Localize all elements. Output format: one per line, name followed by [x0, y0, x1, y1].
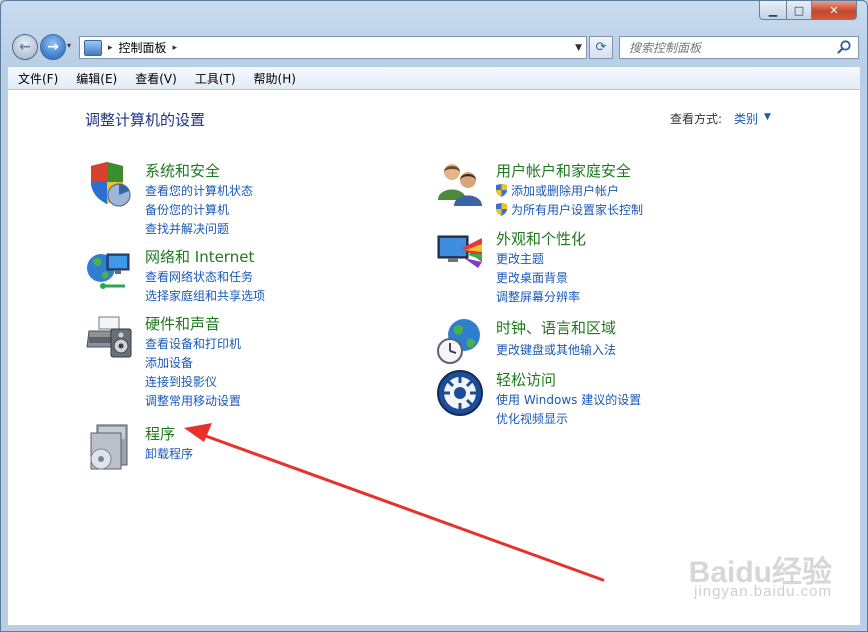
caption-buttons: ▁ □ ✕	[759, 1, 857, 20]
address-bar[interactable]: ▸ 控制面板 ▸ ▼	[79, 36, 587, 59]
search-box[interactable]	[619, 36, 859, 59]
refresh-button[interactable]: ⟳	[589, 36, 613, 59]
control-panel-icon	[84, 39, 102, 56]
breadcrumb-separator-icon[interactable]: ▸	[173, 43, 178, 53]
minimize-button[interactable]: ▁	[759, 1, 787, 20]
breadcrumb-separator-icon[interactable]: ▸	[108, 43, 113, 53]
menu-tools[interactable]: 工具(T)	[185, 70, 244, 87]
navigation-bar: ← → ▾ ▸ 控制面板 ▸ ▼ ⟳	[1, 29, 867, 65]
close-button[interactable]: ✕	[812, 1, 857, 20]
address-dropdown-icon[interactable]: ▼	[575, 43, 582, 53]
back-button[interactable]: ←	[12, 34, 38, 60]
menu-file[interactable]: 文件(F)	[8, 70, 66, 87]
watermark-url: jingyan.baidu.com	[694, 583, 832, 600]
forward-button[interactable]: →	[40, 34, 66, 60]
menu-bar: 文件(F) 编辑(E) 查看(V) 工具(T) 帮助(H)	[8, 67, 860, 90]
maximize-button[interactable]: □	[787, 1, 812, 20]
search-input[interactable]	[627, 39, 831, 56]
breadcrumb-control-panel[interactable]: 控制面板	[119, 39, 167, 56]
recent-pages-dropdown[interactable]: ▾	[67, 41, 71, 50]
menu-edit[interactable]: 编辑(E)	[66, 70, 125, 87]
baidu-watermark: Baidu经验 jingyan.baidu.com	[689, 547, 832, 600]
content-area: 调整计算机的设置 查看方式: 类别 ▼ 系统和安全 查看您的计算机状态 备份您的…	[8, 90, 860, 625]
menu-help[interactable]: 帮助(H)	[244, 70, 304, 87]
control-panel-window: ▁ □ ✕ ← → ▾ ▸ 控制面板 ▸ ▼ ⟳ 文件(F) 编辑(E) 查看(…	[0, 0, 868, 632]
annotation-arrow	[184, 423, 605, 582]
search-icon[interactable]	[836, 39, 852, 55]
menu-view[interactable]: 查看(V)	[125, 70, 185, 87]
